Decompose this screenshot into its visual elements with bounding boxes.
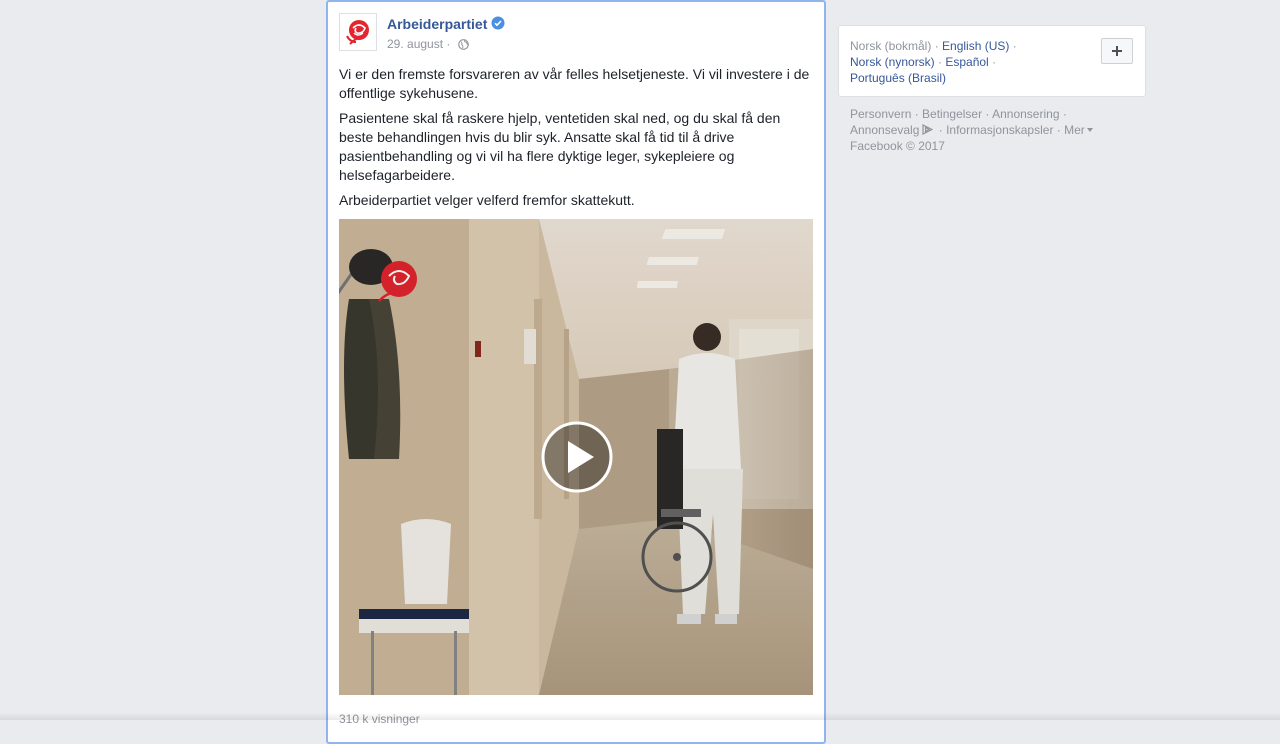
globe-icon[interactable] (457, 39, 469, 50)
language-link-portuguese[interactable]: Português (Brasil) (850, 71, 946, 85)
footer-link-privacy[interactable]: Personvern (850, 107, 911, 121)
footer-link-ad-choices[interactable]: Annonsevalg (850, 123, 919, 137)
play-icon (541, 421, 613, 493)
post-paragraph: Vi er den fremste forsvareren av vår fel… (339, 66, 810, 101)
separator: · (935, 123, 947, 137)
footer-more-menu[interactable]: Mer (1064, 123, 1085, 137)
add-language-button[interactable] (1101, 38, 1133, 64)
verified-badge-icon (491, 16, 505, 30)
page-name-link[interactable]: Arbeiderpartiet (387, 16, 487, 32)
play-button[interactable] (541, 421, 613, 493)
page-footer: Personvern · Betingelser · Annonsering ·… (850, 106, 1140, 154)
separator: · (1053, 123, 1065, 137)
video-player[interactable] (339, 219, 813, 695)
post-meta: 29. august · (387, 37, 469, 51)
post-paragraph: Pasientene skal få raskere hjelp, ventet… (339, 110, 781, 183)
post-date-link[interactable]: 29. august (387, 37, 443, 51)
language-selector-box: Norsk (bokmål) · English (US) · Norsk (n… (838, 25, 1146, 97)
ad-choices-icon[interactable] (921, 124, 934, 135)
language-link-spanish[interactable]: Español (945, 55, 988, 69)
current-language: Norsk (bokmål) (850, 39, 932, 53)
page-bottom-shadow (0, 712, 1280, 720)
footer-link-terms[interactable]: Betingelser (922, 107, 982, 121)
separator: · (931, 39, 943, 53)
separator: · (988, 55, 997, 69)
footer-link-cookies[interactable]: Informasjonskapsler (946, 123, 1053, 137)
rose-logo-icon (346, 20, 369, 45)
separator: · (911, 107, 923, 121)
footer-link-advertising[interactable]: Annonsering (992, 107, 1059, 121)
meta-separator: · (443, 37, 454, 51)
language-list: Norsk (bokmål) · English (US) · Norsk (n… (850, 38, 1090, 86)
page-avatar[interactable] (339, 13, 377, 51)
post-paragraph: Arbeiderpartiet velger velferd fremfor s… (339, 192, 635, 208)
post-card: Arbeiderpartiet 29. august · Vi er den f… (326, 0, 826, 744)
separator: · (934, 55, 946, 69)
post-body: Vi er den fremste forsvareren av vår fel… (339, 65, 813, 216)
separator: · (1059, 107, 1067, 121)
caret-down-icon (1086, 128, 1093, 132)
language-link-nynorsk[interactable]: Norsk (nynorsk) (850, 55, 935, 69)
separator: · (1009, 39, 1017, 53)
separator: · (982, 107, 993, 121)
copyright: Facebook © 2017 (850, 139, 945, 153)
language-link-english[interactable]: English (US) (942, 39, 1009, 53)
